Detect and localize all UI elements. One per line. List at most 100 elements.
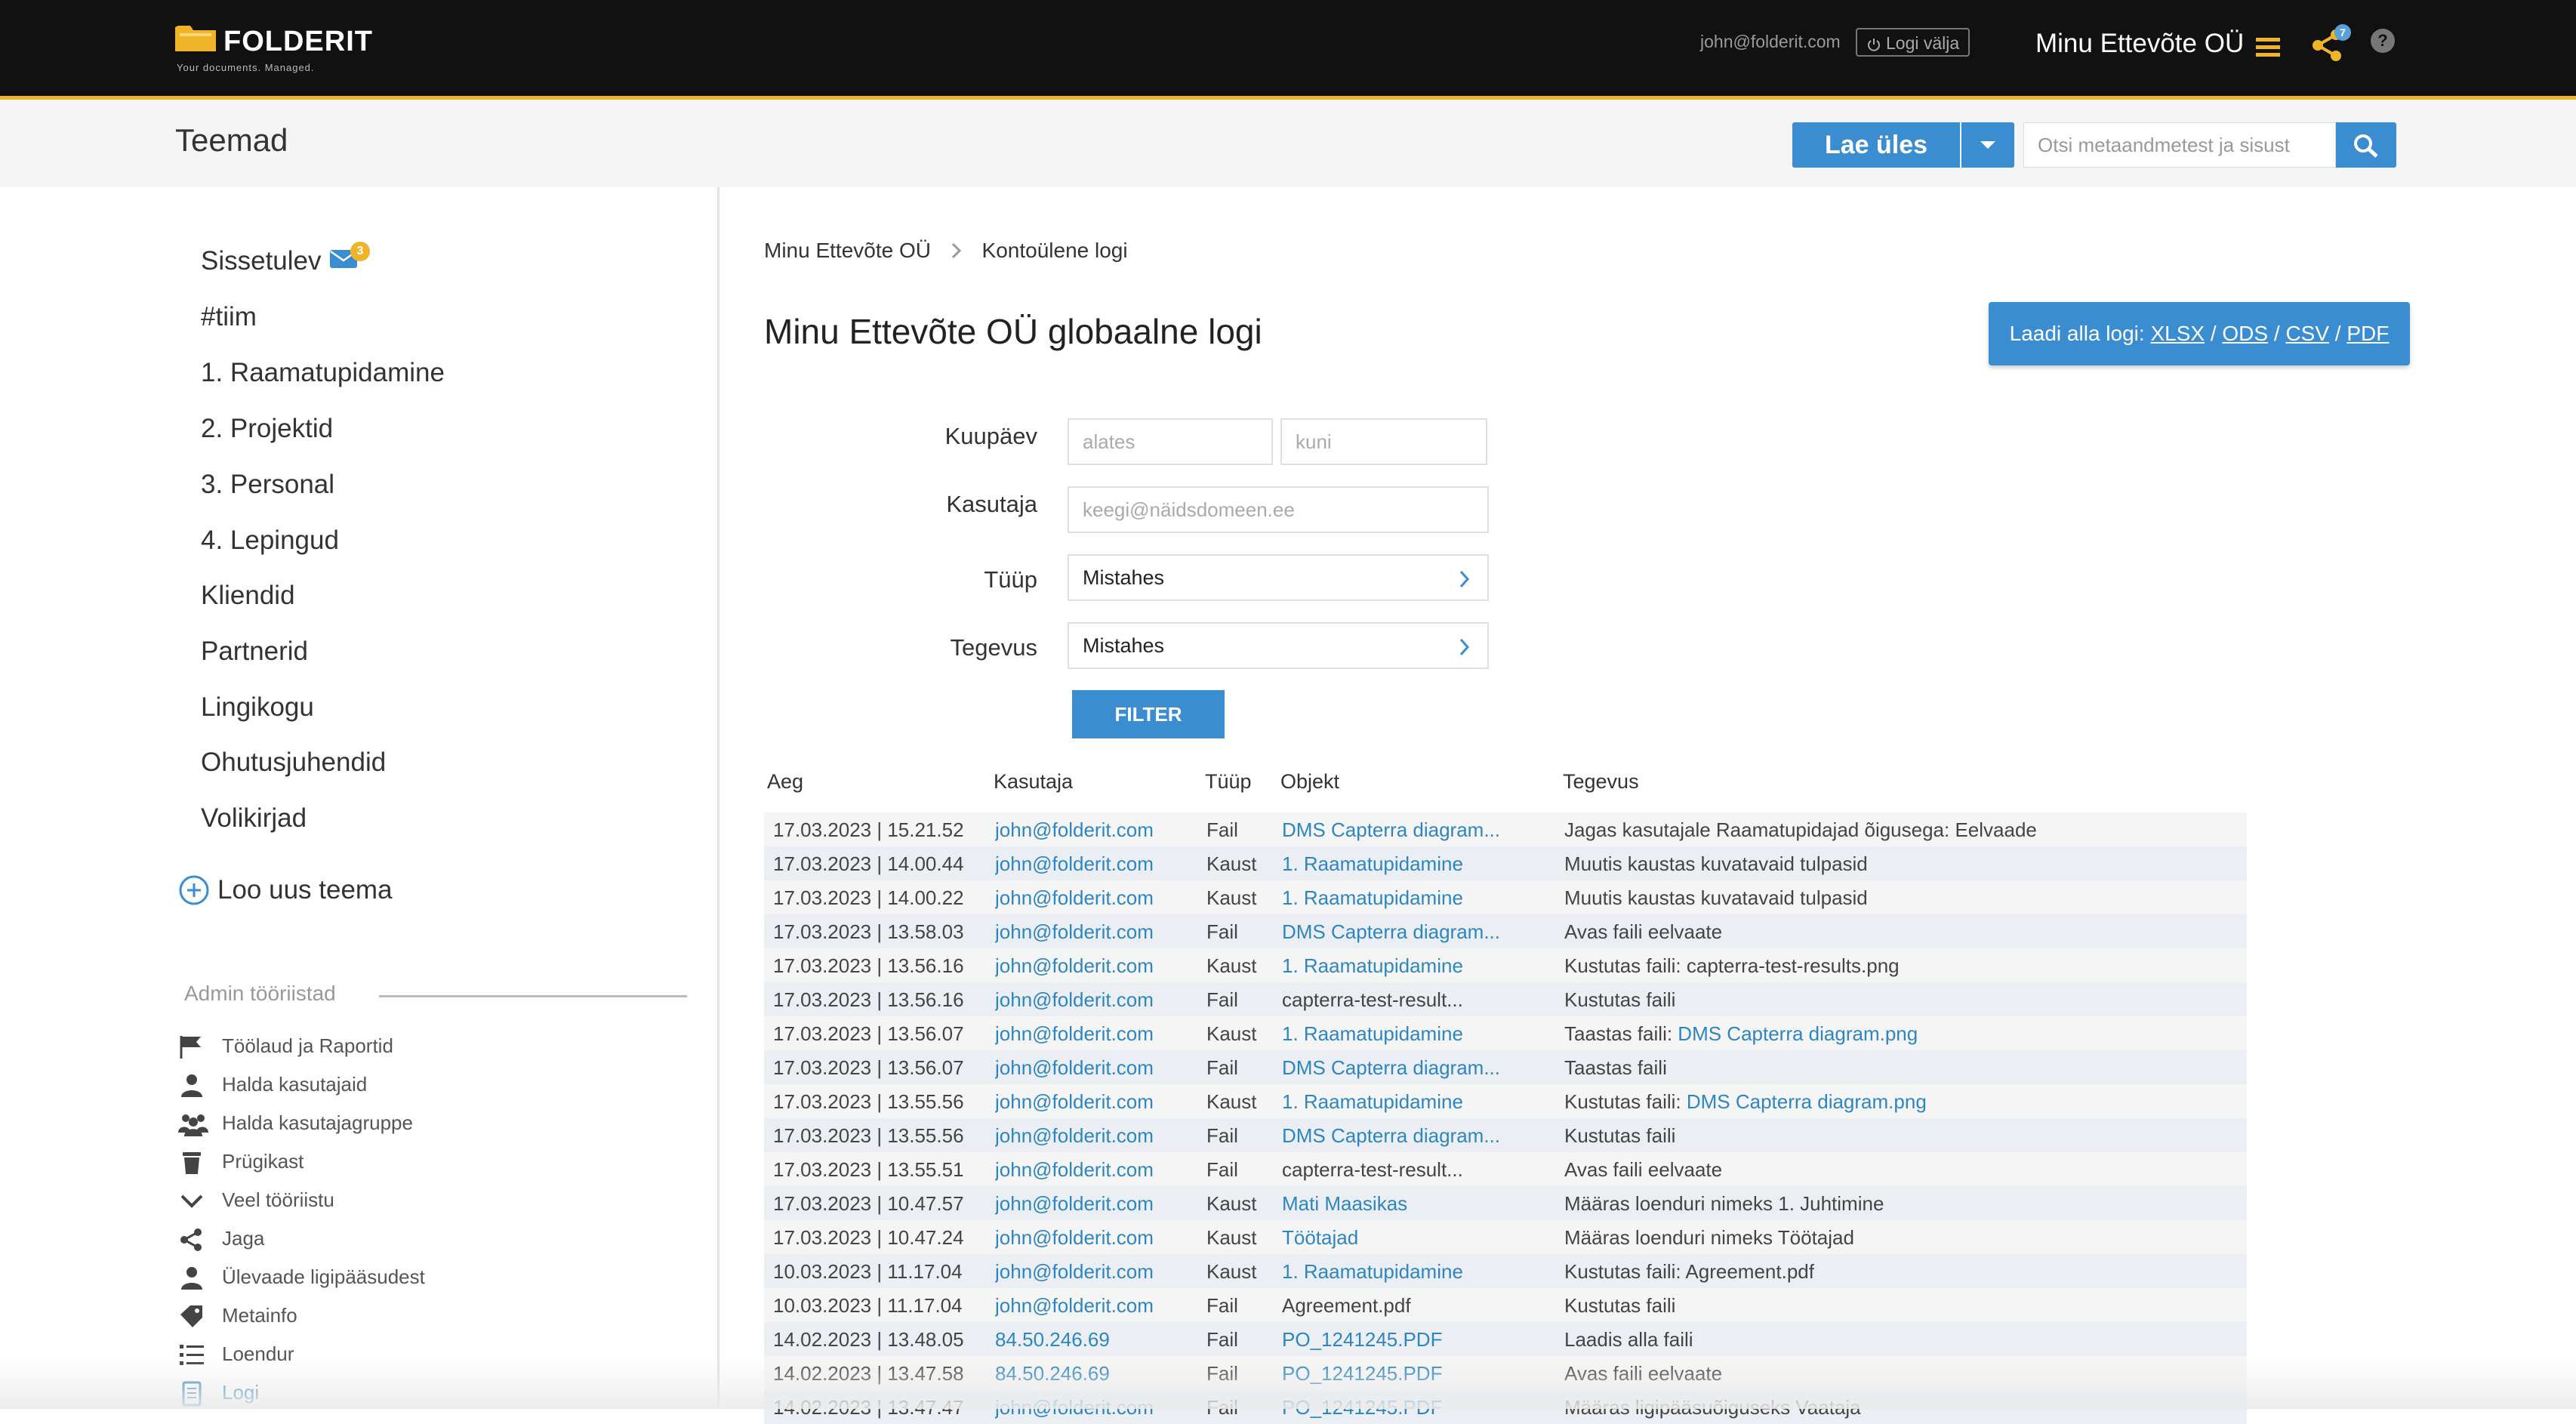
table-row[interactable]: 17.03.2023 | 13.55.56 john@folderit.com Fa… [764,1118,2247,1152]
log-user-link[interactable]: john@folderit.com [995,852,1203,876]
download-prefix: Laadi alla logi: [2009,322,2145,345]
log-user-link[interactable]: john@folderit.com [995,1294,1203,1318]
download-ods-link[interactable]: ODS [2222,322,2268,345]
log-user-link[interactable]: john@folderit.com [995,1192,1203,1216]
table-row[interactable]: 17.03.2023 | 13.56.16 john@folderit.com Ka… [764,948,2247,982]
sidebar-item-tiim[interactable]: #tiim [201,302,257,332]
log-object[interactable]: Mati Maasikas [1282,1192,1557,1216]
sidebar-item-inbox[interactable]: Sissetulev [201,246,322,276]
download-csv-link[interactable]: CSV [2285,322,2329,345]
log-object[interactable]: 1. Raamatupidamine [1282,1022,1557,1046]
log-user-link[interactable]: john@folderit.com [995,1226,1203,1250]
log-user-link[interactable]: john@folderit.com [995,920,1203,944]
sidebar-item-kliendid[interactable]: Kliendid [201,581,295,611]
sidebar-item-lingikogu[interactable]: Lingikogu [201,692,314,723]
table-row[interactable]: 10.03.2023 | 11.17.04 john@folderit.com Fa… [764,1288,2247,1322]
company-switcher[interactable]: Minu Ettevõte OÜ [2035,29,2244,59]
log-object[interactable]: 1. Raamatupidamine [1282,1090,1557,1114]
log-user-link[interactable]: john@folderit.com [995,886,1203,910]
logout-button[interactable]: Logi välja [1856,28,1971,57]
column-header-time[interactable]: Aeg [767,770,803,794]
log-action-file-link[interactable]: DMS Capterra diagram.png [1678,1022,1918,1045]
sidebar-item-partnerid[interactable]: Partnerid [201,636,308,667]
log-action-text: Määras loenduri nimeks 1. Juhtimine [1564,1192,1884,1215]
breadcrumb-root[interactable]: Minu Ettevõte OÜ [764,239,931,262]
column-header-action[interactable]: Tegevus [1563,770,1639,794]
log-action-file-link[interactable]: DMS Capterra diagram.png [1687,1090,1927,1113]
download-log-box: Laadi alla logi: XLSX / ODS / CSV / PDF [1989,302,2410,365]
log-object[interactable]: 1. Raamatupidamine [1282,954,1557,978]
search-button[interactable] [2336,122,2396,168]
log-action-text: Muutis kaustas kuvatavaid tulpasid [1564,886,1868,909]
column-header-user[interactable]: Kasutaja [994,770,1073,794]
log-user-link[interactable]: john@folderit.com [995,1022,1203,1046]
log-user-link[interactable]: john@folderit.com [995,1056,1203,1080]
sidebar-item-projektid[interactable]: 2. Projektid [201,414,333,444]
sidebar-item-lepingud[interactable]: 4. Lepingud [201,526,339,556]
filter-button[interactable]: FILTER [1072,690,1225,738]
table-row[interactable]: 17.03.2023 | 10.47.57 john@folderit.com Ka… [764,1186,2247,1220]
new-topic-button[interactable]: Loo uus teema [178,874,393,906]
hamburger-icon[interactable] [2256,38,2280,57]
column-header-object[interactable]: Objekt [1280,770,1339,794]
log-object[interactable]: DMS Capterra diagram... [1282,1056,1557,1080]
log-object[interactable]: 1. Raamatupidamine [1282,886,1557,910]
table-row[interactable]: 17.03.2023 | 13.58.03 john@folderit.com Fa… [764,914,2247,948]
table-row[interactable]: 17.03.2023 | 14.00.22 john@folderit.com Ka… [764,880,2247,914]
table-row[interactable]: 14.02.2023 | 13.47.47 john@folderit.com Fa… [764,1390,2247,1424]
log-time: 17.03.2023 | 13.56.16 [773,954,964,977]
log-object[interactable]: PO_1241245.PDF [1282,1362,1557,1385]
log-object[interactable]: PO_1241245.PDF [1282,1396,1557,1419]
table-row[interactable]: 14.02.2023 | 13.48.05 84.50.246.69 Fail PO_… [764,1322,2247,1356]
log-user-link[interactable]: john@folderit.com [995,988,1203,1012]
upload-button[interactable]: Lae üles [1792,122,1960,168]
log-object[interactable]: PO_1241245.PDF [1282,1328,1557,1352]
log-user-link[interactable]: 84.50.246.69 [995,1328,1203,1352]
date-to-input[interactable] [1280,418,1487,465]
table-row[interactable]: 17.03.2023 | 13.56.16 john@folderit.com Fa… [764,982,2247,1016]
type-select[interactable]: Mistahes [1068,554,1489,601]
log-user-link[interactable]: john@folderit.com [995,1158,1203,1182]
sidebar-item-ohutusjuhendid[interactable]: Ohutusjuhendid [201,747,386,778]
log-object[interactable]: Töötajad [1282,1226,1557,1250]
log-user-link[interactable]: john@folderit.com [995,1260,1203,1284]
sub-header: Teemad Lae üles [0,100,2576,187]
download-pdf-link[interactable]: PDF [2346,322,2389,345]
log-action-text: Jagas kasutajale Raamatupidajad õigusega… [1564,818,2037,841]
log-object[interactable]: DMS Capterra diagram... [1282,920,1557,944]
table-row[interactable]: 10.03.2023 | 11.17.04 john@folderit.com Ka… [764,1254,2247,1288]
log-user-link[interactable]: john@folderit.com [995,954,1203,978]
sidebar-item-personal[interactable]: 3. Personal [201,470,334,500]
log-type: Kaust [1206,954,1257,977]
user-filter-input[interactable] [1068,486,1489,533]
table-row[interactable]: 17.03.2023 | 13.56.07 john@folderit.com Fa… [764,1050,2247,1084]
log-object[interactable]: DMS Capterra diagram... [1282,1124,1557,1148]
column-header-type[interactable]: Tüüp [1205,770,1252,794]
log-user-link[interactable]: john@folderit.com [995,1090,1203,1114]
table-row[interactable]: 17.03.2023 | 13.55.51 john@folderit.com Fa… [764,1152,2247,1186]
log-object[interactable]: DMS Capterra diagram... [1282,818,1557,842]
log-object[interactable]: 1. Raamatupidamine [1282,852,1557,876]
table-row[interactable]: 17.03.2023 | 14.00.44 john@folderit.com Ka… [764,846,2247,880]
sidebar-item-volikirjad[interactable]: Volikirjad [201,803,307,834]
group-icon [178,1114,208,1136]
action-select[interactable]: Mistahes [1068,622,1489,669]
table-row[interactable]: 17.03.2023 | 13.56.07 john@folderit.com Ka… [764,1016,2247,1050]
user-icon [181,1074,202,1097]
download-xlsx-link[interactable]: XLSX [2150,322,2205,345]
log-time: 17.03.2023 | 14.00.22 [773,886,964,909]
log-user-link[interactable]: john@folderit.com [995,1124,1203,1148]
date-from-input[interactable] [1068,418,1273,465]
log-object[interactable]: 1. Raamatupidamine [1282,1260,1557,1284]
log-user-link[interactable]: john@folderit.com [995,818,1203,842]
table-row[interactable]: 17.03.2023 | 15.21.52 john@folderit.com Fa… [764,812,2247,846]
log-user-link[interactable]: 84.50.246.69 [995,1362,1203,1385]
sidebar-item-raamatupidamine[interactable]: 1. Raamatupidamine [201,358,445,388]
upload-dropdown-button[interactable] [1961,122,2014,168]
search-input[interactable] [2023,122,2336,168]
table-row[interactable]: 17.03.2023 | 10.47.24 john@folderit.com Ka… [764,1220,2247,1254]
table-row[interactable]: 17.03.2023 | 13.55.56 john@folderit.com Ka… [764,1084,2247,1118]
log-user-link[interactable]: john@folderit.com [995,1396,1203,1419]
table-row[interactable]: 14.02.2023 | 13.47.58 84.50.246.69 Fail PO_… [764,1356,2247,1390]
help-icon[interactable]: ? [2371,29,2395,53]
